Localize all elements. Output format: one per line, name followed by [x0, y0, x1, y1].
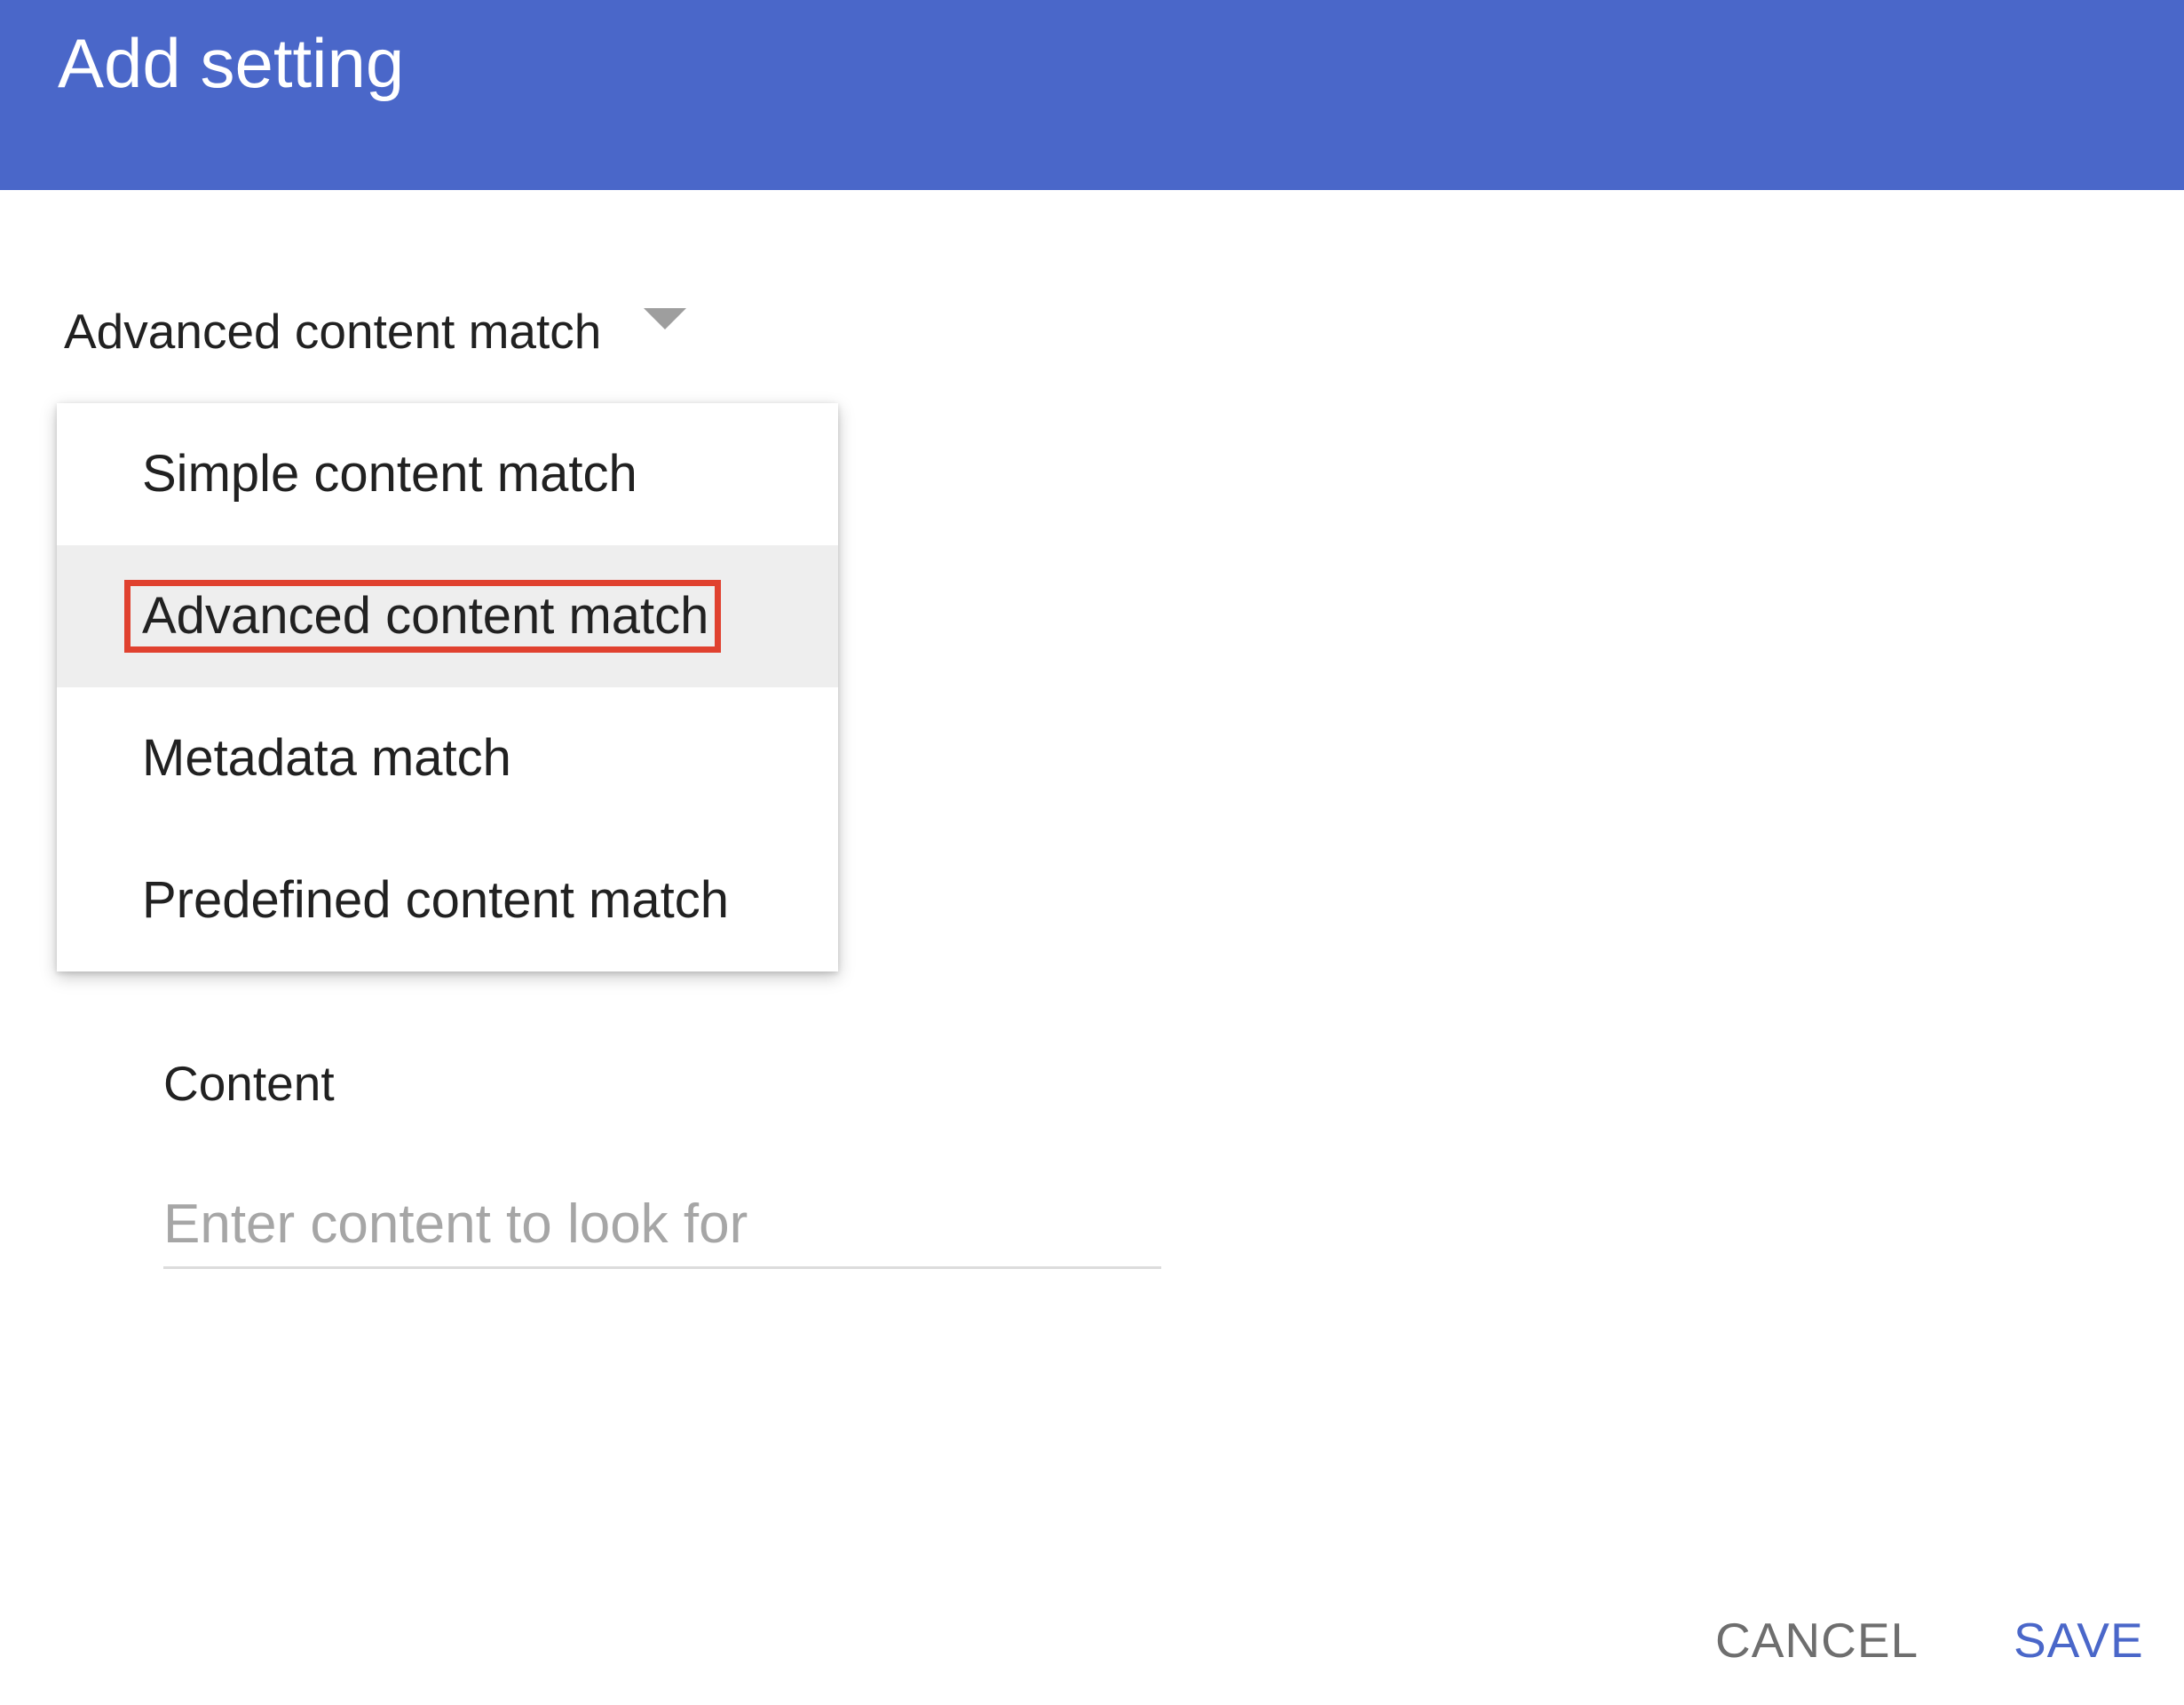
- menu-item-label: Simple content match: [142, 445, 637, 503]
- menu-item-label-text: Advanced content match: [142, 587, 709, 645]
- content-field-label: Content: [163, 1056, 335, 1111]
- menu-item-simple-content-match[interactable]: Simple content match: [57, 403, 838, 545]
- match-type-dropdown-menu: Simple content match Advanced content ma…: [57, 403, 838, 971]
- dialog-header: Add setting: [0, 0, 2184, 190]
- menu-item-label: Metadata match: [142, 729, 511, 787]
- dialog-title: Add setting: [58, 24, 405, 102]
- save-button[interactable]: SAVE: [2014, 1612, 2144, 1669]
- menu-item-label-highlighted: Advanced content match: [124, 580, 722, 653]
- arrow-drop-down-icon: [644, 308, 687, 329]
- content-input[interactable]: [163, 1181, 1161, 1269]
- match-type-selected-value: Advanced content match: [64, 304, 602, 359]
- add-setting-dialog: Add setting Advanced content match Simpl…: [0, 0, 2184, 1705]
- menu-item-predefined-content-match[interactable]: Predefined content match: [57, 829, 838, 971]
- cancel-button[interactable]: CANCEL: [1715, 1612, 1919, 1669]
- menu-item-label: Predefined content match: [142, 871, 729, 929]
- menu-item-advanced-content-match[interactable]: Advanced content match: [57, 545, 838, 687]
- match-type-select[interactable]: Advanced content match: [64, 300, 687, 362]
- menu-item-metadata-match[interactable]: Metadata match: [57, 687, 838, 829]
